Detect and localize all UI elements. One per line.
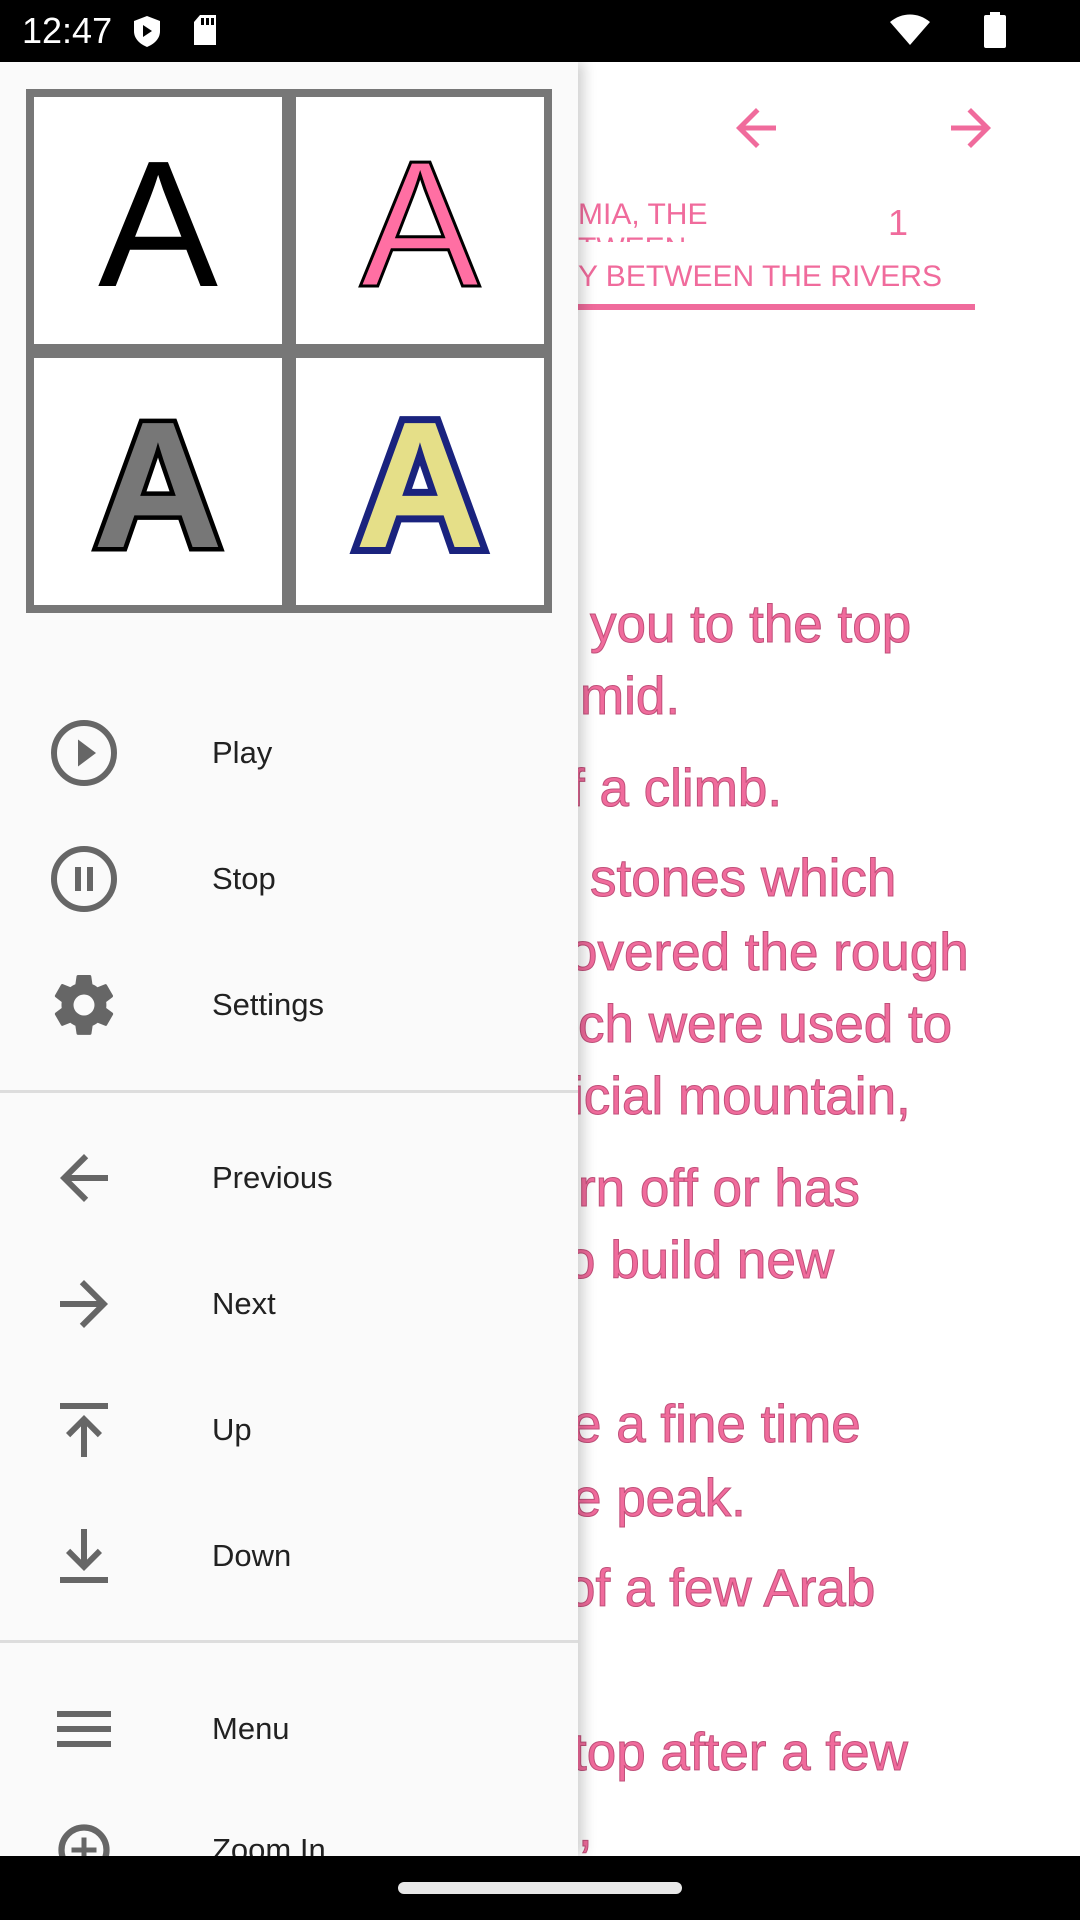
hamburger-icon <box>57 1711 111 1747</box>
arrow-down-to-bottom-icon <box>60 1529 108 1583</box>
style-letter-gray: A <box>93 397 223 567</box>
menu-item-previous[interactable]: Previous <box>0 1118 578 1238</box>
tab-chapter-prev[interactable]: MIA, THE <box>578 198 707 232</box>
sd-card-icon <box>194 15 216 45</box>
navigation-bar <box>0 1856 1080 1920</box>
text-line: , <box>578 1799 594 1857</box>
next-page-icon[interactable] <box>941 98 1001 158</box>
menu-item-stop[interactable]: Stop <box>0 819 578 939</box>
text-line: o build new <box>565 1231 835 1291</box>
menu-item-label: Up <box>212 1412 252 1447</box>
tab-chapter-prev-line2: TWEEN <box>578 232 686 242</box>
menu-item-label: Play <box>212 735 273 770</box>
divider <box>0 1090 578 1093</box>
arrow-right-icon <box>60 1280 108 1328</box>
text-line: f a climb. <box>569 759 783 819</box>
text-style-picker: A A A A <box>26 89 552 613</box>
menu-item-label: Zoom In <box>212 1832 326 1856</box>
text-line: of a few Arab <box>565 1559 876 1619</box>
style-option-gray[interactable]: A <box>34 358 282 605</box>
previous-page-icon[interactable] <box>726 98 786 158</box>
shield-icon <box>134 16 160 47</box>
menu-item-label: Previous <box>212 1160 333 1195</box>
menu-item-label: Menu <box>212 1711 290 1746</box>
divider <box>0 1640 578 1643</box>
tab-chapter-next[interactable]: 1 <box>888 202 908 244</box>
pause-circle-icon <box>51 846 117 912</box>
navigation-drawer: A A A A Play Stop Settings Previous Next… <box>0 62 578 1856</box>
text-line: e peak. <box>572 1469 747 1529</box>
arrow-up-to-top-icon <box>60 1403 108 1457</box>
menu-item-play[interactable]: Play <box>0 693 578 813</box>
menu-item-menu[interactable]: Menu <box>0 1669 578 1789</box>
menu-item-zoom-in[interactable]: Zoom In <box>0 1790 578 1856</box>
status-time: 12:47 <box>22 10 113 51</box>
text-line: ch were used to <box>577 995 953 1055</box>
menu-item-label: Settings <box>212 987 325 1022</box>
text-line: you to the top <box>589 595 912 655</box>
wifi-icon <box>890 14 930 45</box>
text-line: top after a few <box>572 1723 909 1783</box>
tab-indicator <box>578 304 975 310</box>
text-line: overed the rough <box>568 923 970 983</box>
status-bar: 12:47 <box>0 0 1080 62</box>
tab-chapter-current[interactable]: Y BETWEEN THE RIVERS <box>578 260 942 294</box>
style-letter-black: A <box>98 141 218 301</box>
text-line: stones which <box>589 849 897 909</box>
play-circle-icon <box>51 720 117 786</box>
style-option-yellow-navy[interactable]: A <box>296 358 544 605</box>
text-line: e a fine time <box>572 1395 862 1455</box>
style-letter-yellow-navy: A <box>355 397 485 567</box>
gear-icon <box>54 975 114 1035</box>
menu-item-next[interactable]: Next <box>0 1244 578 1364</box>
menu-item-down[interactable]: Down <box>0 1496 578 1616</box>
home-gesture-handle[interactable] <box>398 1882 682 1894</box>
battery-icon <box>984 12 1006 48</box>
menu-item-label: Next <box>212 1286 276 1321</box>
style-option-black[interactable]: A <box>34 97 282 344</box>
text-line: icial mountain, <box>572 1067 912 1127</box>
text-line: rn off or has <box>578 1159 861 1219</box>
text-line: mid. <box>579 667 681 727</box>
arrow-left-icon <box>60 1154 108 1202</box>
menu-item-label: Down <box>212 1538 292 1573</box>
menu-item-settings[interactable]: Settings <box>0 945 578 1065</box>
zoom-in-icon <box>58 1824 110 1856</box>
style-letter-pink: A <box>360 141 480 301</box>
menu-item-label: Stop <box>212 861 276 896</box>
menu-item-up[interactable]: Up <box>0 1370 578 1490</box>
style-option-pink[interactable]: A <box>296 97 544 344</box>
